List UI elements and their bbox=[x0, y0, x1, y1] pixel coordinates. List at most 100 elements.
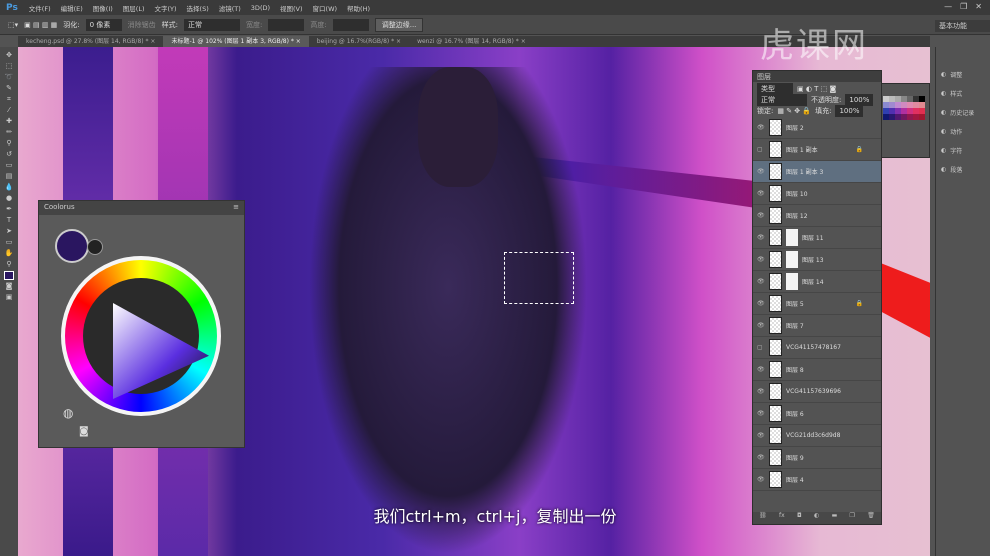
menu-file[interactable]: 文件(F) bbox=[24, 3, 56, 13]
stop-icon[interactable]: ◙ bbox=[79, 426, 89, 437]
layer-row[interactable]: 👁 图层 13 bbox=[753, 249, 881, 271]
healing-icon[interactable]: ✚ bbox=[4, 117, 14, 126]
menu-help[interactable]: 帮助(H) bbox=[342, 3, 375, 13]
brush-icon[interactable]: ✏ bbox=[4, 128, 14, 137]
marquee-tool-icon[interactable]: ⬚▾ bbox=[8, 21, 18, 29]
quick-mask-icon[interactable]: ◙ bbox=[4, 282, 14, 291]
refine-edge-button[interactable]: 调整边缘... bbox=[374, 17, 424, 32]
layer-row[interactable]: 👁 VCG21dd3c6d9d8 bbox=[753, 425, 881, 447]
visibility-eye-icon[interactable]: 👁 bbox=[757, 300, 765, 307]
visibility-eye-icon[interactable]: 👁 bbox=[757, 234, 765, 241]
color-triangle[interactable] bbox=[113, 303, 209, 399]
layer-row[interactable]: 👁 图层 2 bbox=[753, 117, 881, 139]
layer-row[interactable]: 👁 图层 12 bbox=[753, 205, 881, 227]
history-brush-icon[interactable]: ↺ bbox=[4, 150, 14, 159]
zoom-icon[interactable]: ⚲ bbox=[4, 260, 14, 269]
eraser-icon[interactable]: ▭ bbox=[4, 161, 14, 170]
visibility-eye-icon[interactable]: 👁 bbox=[757, 124, 765, 131]
visibility-eye-icon[interactable]: 👁 bbox=[757, 168, 765, 175]
screen-mode-icon[interactable]: ▣ bbox=[4, 293, 14, 302]
layer-row[interactable]: 👁 图层 10 bbox=[753, 183, 881, 205]
foreground-color[interactable] bbox=[55, 229, 89, 263]
color-wheel[interactable] bbox=[61, 256, 221, 416]
marquee-tool-icon[interactable]: ⬚ bbox=[4, 62, 14, 71]
path-select-icon[interactable]: ➤ bbox=[4, 227, 14, 236]
dock-item[interactable]: ◐ 动作 bbox=[936, 122, 990, 141]
visibility-eye-icon[interactable]: 👁 bbox=[757, 322, 765, 329]
swatch[interactable] bbox=[919, 114, 925, 120]
dodge-icon[interactable]: ● bbox=[4, 194, 14, 203]
layer-row[interactable]: 👁 图层 7 bbox=[753, 315, 881, 337]
tab-kecheng[interactable]: kecheng.psd @ 27.8% (图层 14, RGB/8) * × bbox=[18, 36, 163, 47]
visibility-eye-icon[interactable]: 👁 bbox=[757, 410, 765, 417]
tab-beijing[interactable]: beijing @ 16.7%(RGB/8) * × bbox=[309, 36, 409, 47]
layer-row[interactable]: 👁 VCG41157639696 bbox=[753, 381, 881, 403]
menu-filter[interactable]: 滤镜(T) bbox=[214, 3, 246, 13]
visibility-eye-icon[interactable]: 👁 bbox=[757, 212, 765, 219]
layer-mask-thumbnail[interactable] bbox=[786, 273, 798, 290]
layer-mask-thumbnail[interactable] bbox=[786, 251, 798, 268]
visibility-eye-icon[interactable]: 👁 bbox=[757, 454, 765, 461]
visibility-eye-icon[interactable]: 👁 bbox=[757, 366, 765, 373]
palette-icon[interactable]: ◍ bbox=[63, 406, 73, 420]
background-color[interactable] bbox=[87, 239, 103, 255]
tab-untitled-1[interactable]: 未标题-1 @ 102% (图层 1 副本 3, RGB/8) * × bbox=[163, 36, 309, 47]
dock-item[interactable]: ◐ 段落 bbox=[936, 160, 990, 179]
menu-type[interactable]: 文字(Y) bbox=[150, 3, 182, 13]
quick-select-icon[interactable]: ✎ bbox=[4, 84, 14, 93]
stamp-icon[interactable]: ⚲ bbox=[4, 139, 14, 148]
lasso-tool-icon[interactable]: ➰ bbox=[4, 73, 14, 82]
menu-view[interactable]: 视图(V) bbox=[275, 3, 308, 13]
type-icon[interactable]: T bbox=[4, 216, 14, 225]
blur-icon[interactable]: 💧 bbox=[4, 183, 14, 192]
panel-menu-icon[interactable]: ≡ bbox=[233, 203, 239, 213]
layer-row[interactable]: 👁 图层 5 🔒 bbox=[753, 293, 881, 315]
dock-item[interactable]: ◐ 字符 bbox=[936, 141, 990, 160]
crop-tool-icon[interactable]: ⌗ bbox=[4, 95, 14, 104]
tab-wenzi[interactable]: wenzi @ 16.7% (图层 14, RGB/8) * × bbox=[409, 36, 534, 47]
visibility-eye-icon[interactable]: ▢ bbox=[757, 344, 765, 351]
layer-row[interactable]: 👁 图层 14 bbox=[753, 271, 881, 293]
menu-layer[interactable]: 图层(L) bbox=[118, 3, 150, 13]
menu-image[interactable]: 图像(I) bbox=[88, 3, 118, 13]
color-swatch-icon[interactable] bbox=[4, 271, 14, 280]
width-input[interactable] bbox=[268, 18, 305, 31]
gradient-icon[interactable]: ▤ bbox=[4, 172, 14, 181]
filter-icons[interactable]: ▣ ◐ T ⬚ ◙ bbox=[797, 85, 836, 93]
close-button[interactable]: ✕ bbox=[975, 2, 982, 11]
menu-edit[interactable]: 编辑(E) bbox=[56, 3, 88, 13]
layer-row[interactable]: 👁 图层 11 bbox=[753, 227, 881, 249]
visibility-eye-icon[interactable]: 👁 bbox=[757, 432, 765, 439]
hand-icon[interactable]: ✋ bbox=[4, 249, 14, 258]
minimize-button[interactable]: — bbox=[944, 2, 952, 11]
move-tool-icon[interactable]: ✥ bbox=[4, 51, 14, 60]
selection-mode-icons[interactable]: ▣ ▤ ▥ ▦ bbox=[24, 21, 57, 29]
layer-row[interactable]: 👁 图层 9 bbox=[753, 447, 881, 469]
workspace-select[interactable]: 基本功能 bbox=[935, 20, 990, 32]
fill-input[interactable]: 100% bbox=[835, 104, 864, 117]
layer-row[interactable]: 👁 图层 6 bbox=[753, 403, 881, 425]
antialias-checkbox[interactable]: 消除锯齿 bbox=[128, 20, 156, 30]
visibility-eye-icon[interactable]: 👁 bbox=[757, 190, 765, 197]
style-select[interactable]: 正常 bbox=[184, 18, 240, 31]
layer-row[interactable]: 👁 图层 8 bbox=[753, 359, 881, 381]
menu-3d[interactable]: 3D(D) bbox=[246, 4, 275, 12]
layer-row[interactable]: ▢ VCG41157478167 bbox=[753, 337, 881, 359]
pen-icon[interactable]: ✒ bbox=[4, 205, 14, 214]
shape-icon[interactable]: ▭ bbox=[4, 238, 14, 247]
blend-mode-select[interactable]: 正常 bbox=[757, 93, 807, 106]
eyedropper-icon[interactable]: ⁄ bbox=[4, 106, 14, 115]
height-input[interactable] bbox=[332, 18, 369, 31]
dock-item[interactable]: ◐ 调整 bbox=[936, 65, 990, 84]
layer-mask-thumbnail[interactable] bbox=[786, 229, 798, 246]
layer-row[interactable]: 👁 图层 1 副本 3 bbox=[753, 161, 881, 183]
layer-row[interactable]: ▢ 图层 1 副本 🔒 bbox=[753, 139, 881, 161]
visibility-eye-icon[interactable]: 👁 bbox=[757, 256, 765, 263]
lock-icons[interactable]: ▦ ✎ ✥ 🔒 bbox=[777, 107, 811, 115]
visibility-eye-icon[interactable]: ▢ bbox=[757, 146, 765, 153]
visibility-eye-icon[interactable]: 👁 bbox=[757, 476, 765, 483]
feather-input[interactable]: 0 像素 bbox=[85, 18, 122, 31]
restore-button[interactable]: ❐ bbox=[960, 2, 967, 11]
visibility-eye-icon[interactable]: 👁 bbox=[757, 388, 765, 395]
layer-row[interactable]: 👁 图层 4 bbox=[753, 469, 881, 491]
